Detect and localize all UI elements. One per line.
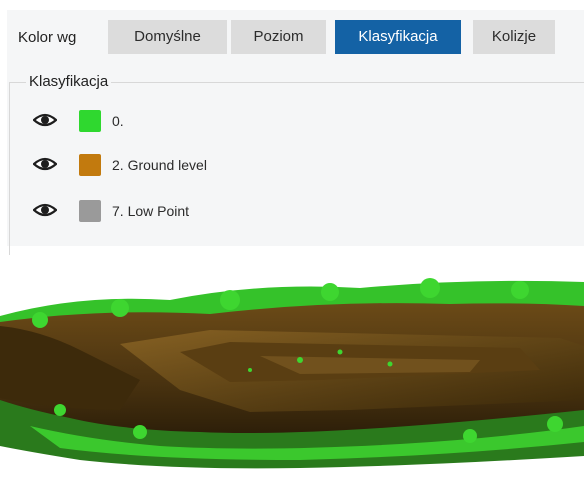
tab-level[interactable]: Poziom	[231, 20, 326, 54]
tab-collisions[interactable]: Kolizje	[473, 20, 555, 54]
tab-classification[interactable]: Klasyfikacja	[335, 20, 461, 54]
class-color-swatch[interactable]	[79, 154, 101, 176]
eye-icon[interactable]	[33, 112, 57, 128]
color-by-label: Kolor wg	[18, 29, 77, 46]
class-label: 2. Ground level	[112, 157, 207, 173]
class-label: 0.	[112, 113, 124, 129]
color-settings-panel: Kolor wg Domyślne Poziom Klasyfikacja Ko…	[7, 10, 584, 255]
point-cloud-viewport[interactable]	[0, 260, 584, 477]
class-label: 7. Low Point	[112, 203, 190, 219]
color-by-toolbar: Kolor wg Domyślne Poziom Klasyfikacja Ko…	[7, 20, 584, 54]
class-color-swatch[interactable]	[79, 110, 101, 132]
tab-default[interactable]: Domyślne	[108, 20, 227, 54]
point-cloud-render[interactable]	[0, 260, 584, 477]
eye-icon[interactable]	[33, 156, 57, 172]
eye-icon[interactable]	[33, 202, 57, 218]
classification-group-title: Klasyfikacja	[26, 73, 112, 90]
class-color-swatch[interactable]	[79, 200, 101, 222]
